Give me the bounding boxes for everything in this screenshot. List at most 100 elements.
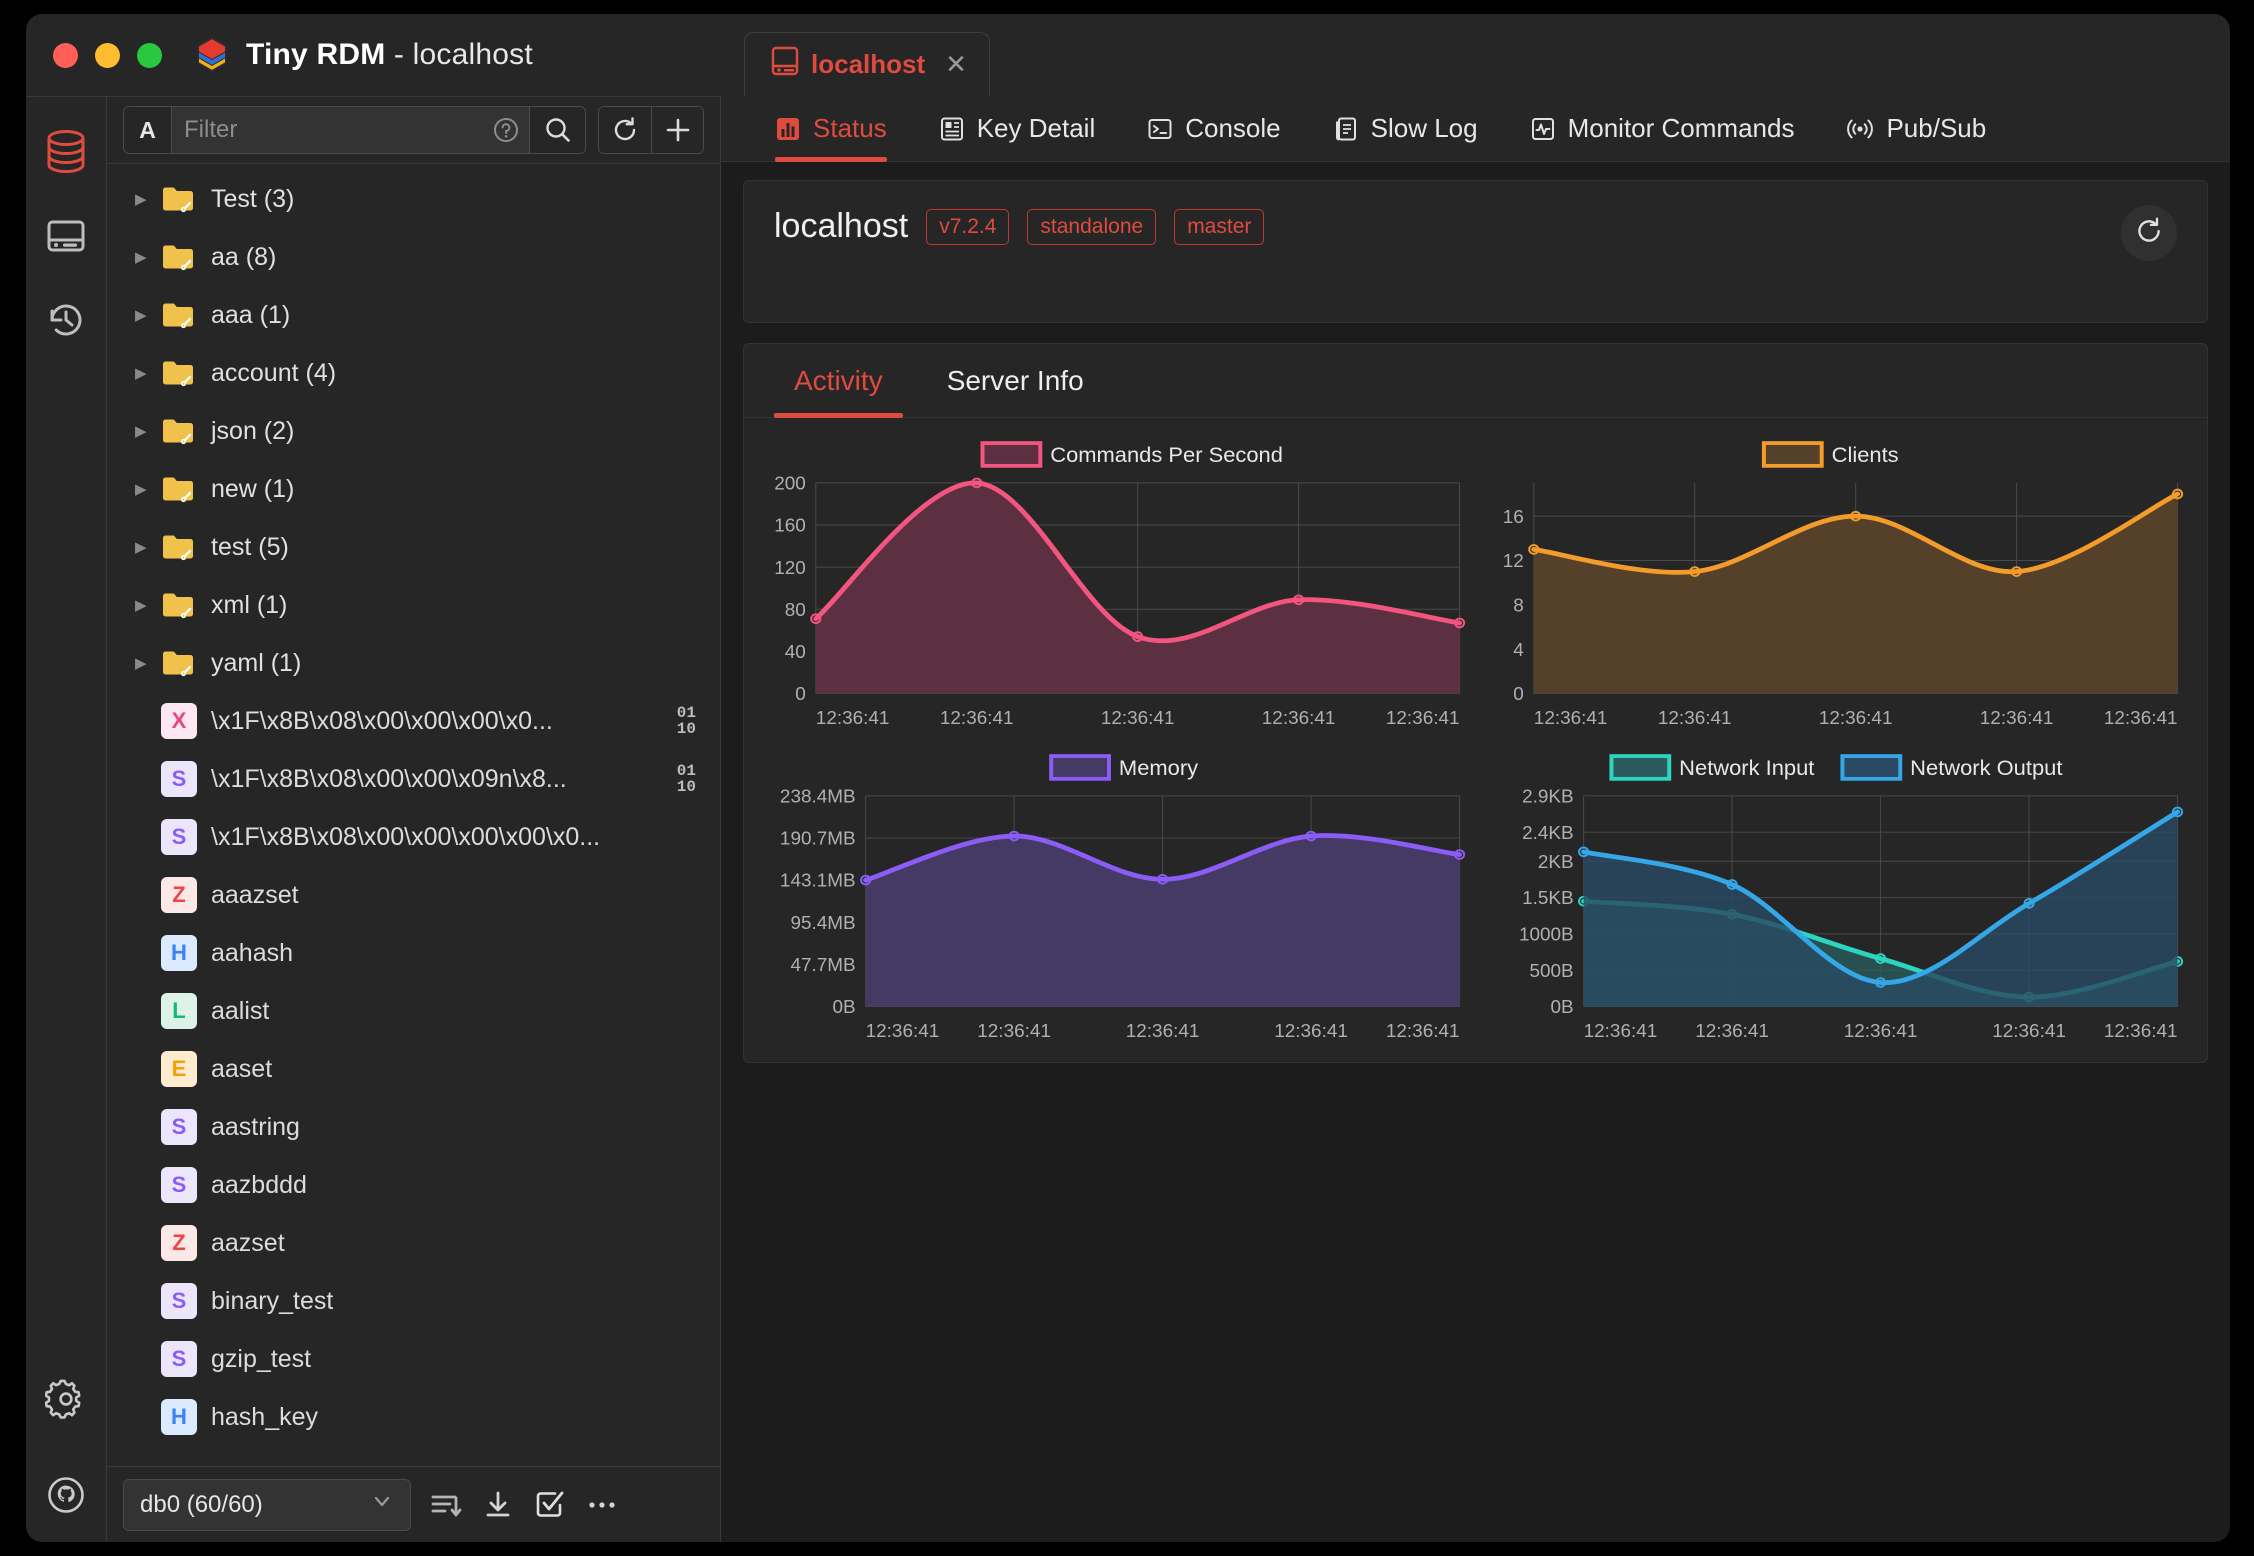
key-type-badge: S: [161, 1109, 197, 1145]
tree-key-item[interactable]: Haahash: [107, 924, 720, 982]
database-selector[interactable]: db0 (60/60): [123, 1479, 411, 1531]
maximize-window-button[interactable]: [137, 43, 162, 68]
checkbox-icon[interactable]: [533, 1488, 567, 1522]
tree-folder-test[interactable]: ▶Test (3): [107, 170, 720, 228]
sort-desc-icon[interactable]: [429, 1488, 463, 1522]
tree-key-item[interactable]: Saazbddd: [107, 1156, 720, 1214]
tree-folder-yaml[interactable]: ▶yaml (1): [107, 634, 720, 692]
refresh-button[interactable]: [599, 107, 651, 153]
tab-key-detail[interactable]: Key Detail: [913, 96, 1122, 162]
rail-item-server[interactable]: [37, 207, 95, 265]
chevron-right-icon[interactable]: ▶: [135, 422, 161, 440]
folder-icon: [161, 184, 195, 214]
connection-tab-localhost[interactable]: localhost ✕: [744, 32, 990, 96]
tree-key-item[interactable]: Hhash_key: [107, 1388, 720, 1446]
chevron-right-icon[interactable]: ▶: [135, 480, 161, 498]
add-button[interactable]: [651, 107, 703, 153]
key-name: aahash: [211, 939, 293, 968]
key-name: binary_test: [211, 1287, 333, 1316]
tree-folder-json[interactable]: ▶json (2): [107, 402, 720, 460]
rail-item-database[interactable]: [37, 123, 95, 181]
traffic-lights: [53, 43, 162, 68]
key-tree[interactable]: ▶Test (3)▶aa (8)▶aaa (1)▶account (4)▶jso…: [107, 163, 720, 1466]
tree-folder-label: test (5): [211, 533, 289, 562]
svg-text:Clients: Clients: [1831, 444, 1898, 467]
title-separator: -: [385, 38, 412, 71]
tree-key-item[interactable]: S\x1F\x8B\x08\x00\x00\x00\x00\x0...: [107, 808, 720, 866]
tab-console[interactable]: Console: [1121, 96, 1306, 162]
tree-key-item[interactable]: Laalist: [107, 982, 720, 1040]
tab-monitor-commands[interactable]: Monitor Commands: [1504, 96, 1821, 162]
stat-clients: [1024, 280, 1274, 294]
tree-key-item[interactable]: Sgzip_test: [107, 1330, 720, 1388]
svg-text:12: 12: [1502, 551, 1523, 571]
tree-folder-aa[interactable]: ▶ aa (8): [107, 228, 720, 286]
tree-folder-aaa[interactable]: ▶aaa (1): [107, 286, 720, 344]
svg-text:12:36:41: 12:36:41: [866, 1020, 940, 1040]
tree-key-item[interactable]: Saastring: [107, 1098, 720, 1156]
svg-text:12:36:41: 12:36:41: [816, 707, 890, 727]
tab-pub-sub[interactable]: Pub/Sub: [1820, 96, 2012, 162]
activity-tab-activity[interactable]: Activity: [774, 344, 903, 418]
chevron-right-icon[interactable]: ▶: [135, 654, 161, 672]
rail-item-history[interactable]: [37, 291, 95, 349]
filter-match-mode-button[interactable]: A: [124, 107, 172, 153]
chevron-right-icon[interactable]: ▶: [135, 190, 161, 208]
chevron-right-icon[interactable]: ▶: [135, 538, 161, 556]
chevron-right-icon[interactable]: ▶: [135, 364, 161, 382]
tree-key-item[interactable]: X\x1F\x8B\x08\x00\x00\x00\x0...0110: [107, 692, 720, 750]
activity-tab-server-info[interactable]: Server Info: [927, 344, 1104, 418]
rail-item-github[interactable]: [37, 1466, 95, 1524]
svg-text:47.7MB: 47.7MB: [790, 954, 855, 974]
tree-key-item[interactable]: Sbinary_test: [107, 1272, 720, 1330]
chart-commands-per-second: 0408012016020012:36:4112:36:4112:36:4112…: [758, 426, 1476, 739]
terminal-icon: [1147, 116, 1173, 142]
status-refresh-button[interactable]: [2121, 205, 2177, 261]
tree-key-item[interactable]: S\x1F\x8B\x08\x00\x00\x09n\x8...0110: [107, 750, 720, 808]
tree-key-item[interactable]: Eaaset: [107, 1040, 720, 1098]
tree-key-item[interactable]: Zaaazset: [107, 866, 720, 924]
search-icon[interactable]: [529, 107, 585, 153]
chevron-right-icon[interactable]: ▶: [135, 248, 161, 266]
tab-status[interactable]: Status: [749, 96, 913, 162]
key-name: gzip_test: [211, 1345, 311, 1374]
key-name: hash_key: [211, 1403, 318, 1432]
connection-tab-label: localhost: [811, 49, 925, 80]
question-circle-icon[interactable]: [483, 107, 529, 153]
minimize-window-button[interactable]: [95, 43, 120, 68]
key-type-badge: S: [161, 761, 197, 797]
binary-icon: 0110: [677, 763, 696, 795]
key-name: aalist: [211, 997, 269, 1026]
tab-slow-log[interactable]: Slow Log: [1307, 96, 1504, 162]
svg-text:8: 8: [1513, 595, 1524, 615]
chevron-right-icon[interactable]: ▶: [135, 596, 161, 614]
svg-text:0B: 0B: [1550, 997, 1573, 1017]
tree-folder-new[interactable]: ▶new (1): [107, 460, 720, 518]
chart-memory: 0B47.7MB95.4MB143.1MB190.7MB238.4MB12:36…: [758, 739, 1476, 1052]
refresh-icon: [2133, 215, 2165, 252]
app-window: Tiny RDM - localhost localhost ✕: [26, 14, 2230, 1542]
svg-text:500B: 500B: [1529, 960, 1573, 980]
svg-text:12:36:41: 12:36:41: [1386, 707, 1460, 727]
svg-text:12:36:41: 12:36:41: [1818, 707, 1892, 727]
tree-key-item[interactable]: Zaazset: [107, 1214, 720, 1272]
close-window-button[interactable]: [53, 43, 78, 68]
svg-text:238.4MB: 238.4MB: [780, 786, 856, 806]
server-icon: [771, 46, 799, 83]
tree-folder-xml[interactable]: ▶xml (1): [107, 576, 720, 634]
activity-charts: 0408012016020012:36:4112:36:4112:36:4112…: [744, 418, 2207, 1062]
filter-bar: A Filter: [107, 97, 720, 163]
tab-label: Slow Log: [1371, 113, 1478, 144]
server-header: localhost v7.2.4 standalone master: [774, 207, 2177, 246]
ellipsis-icon[interactable]: [585, 1488, 619, 1522]
filter-input[interactable]: Filter: [172, 107, 483, 153]
svg-text:12:36:41: 12:36:41: [1979, 707, 2053, 727]
svg-text:Network Output: Network Output: [1910, 757, 2062, 780]
close-icon[interactable]: ✕: [945, 49, 967, 80]
chevron-right-icon[interactable]: ▶: [135, 306, 161, 324]
tree-folder-test[interactable]: ▶ test (5): [107, 518, 720, 576]
tree-folder-account[interactable]: ▶account (4): [107, 344, 720, 402]
tree-folder-label: aa (8): [211, 243, 276, 272]
rail-item-settings[interactable]: [37, 1382, 95, 1440]
download-icon[interactable]: [481, 1488, 515, 1522]
